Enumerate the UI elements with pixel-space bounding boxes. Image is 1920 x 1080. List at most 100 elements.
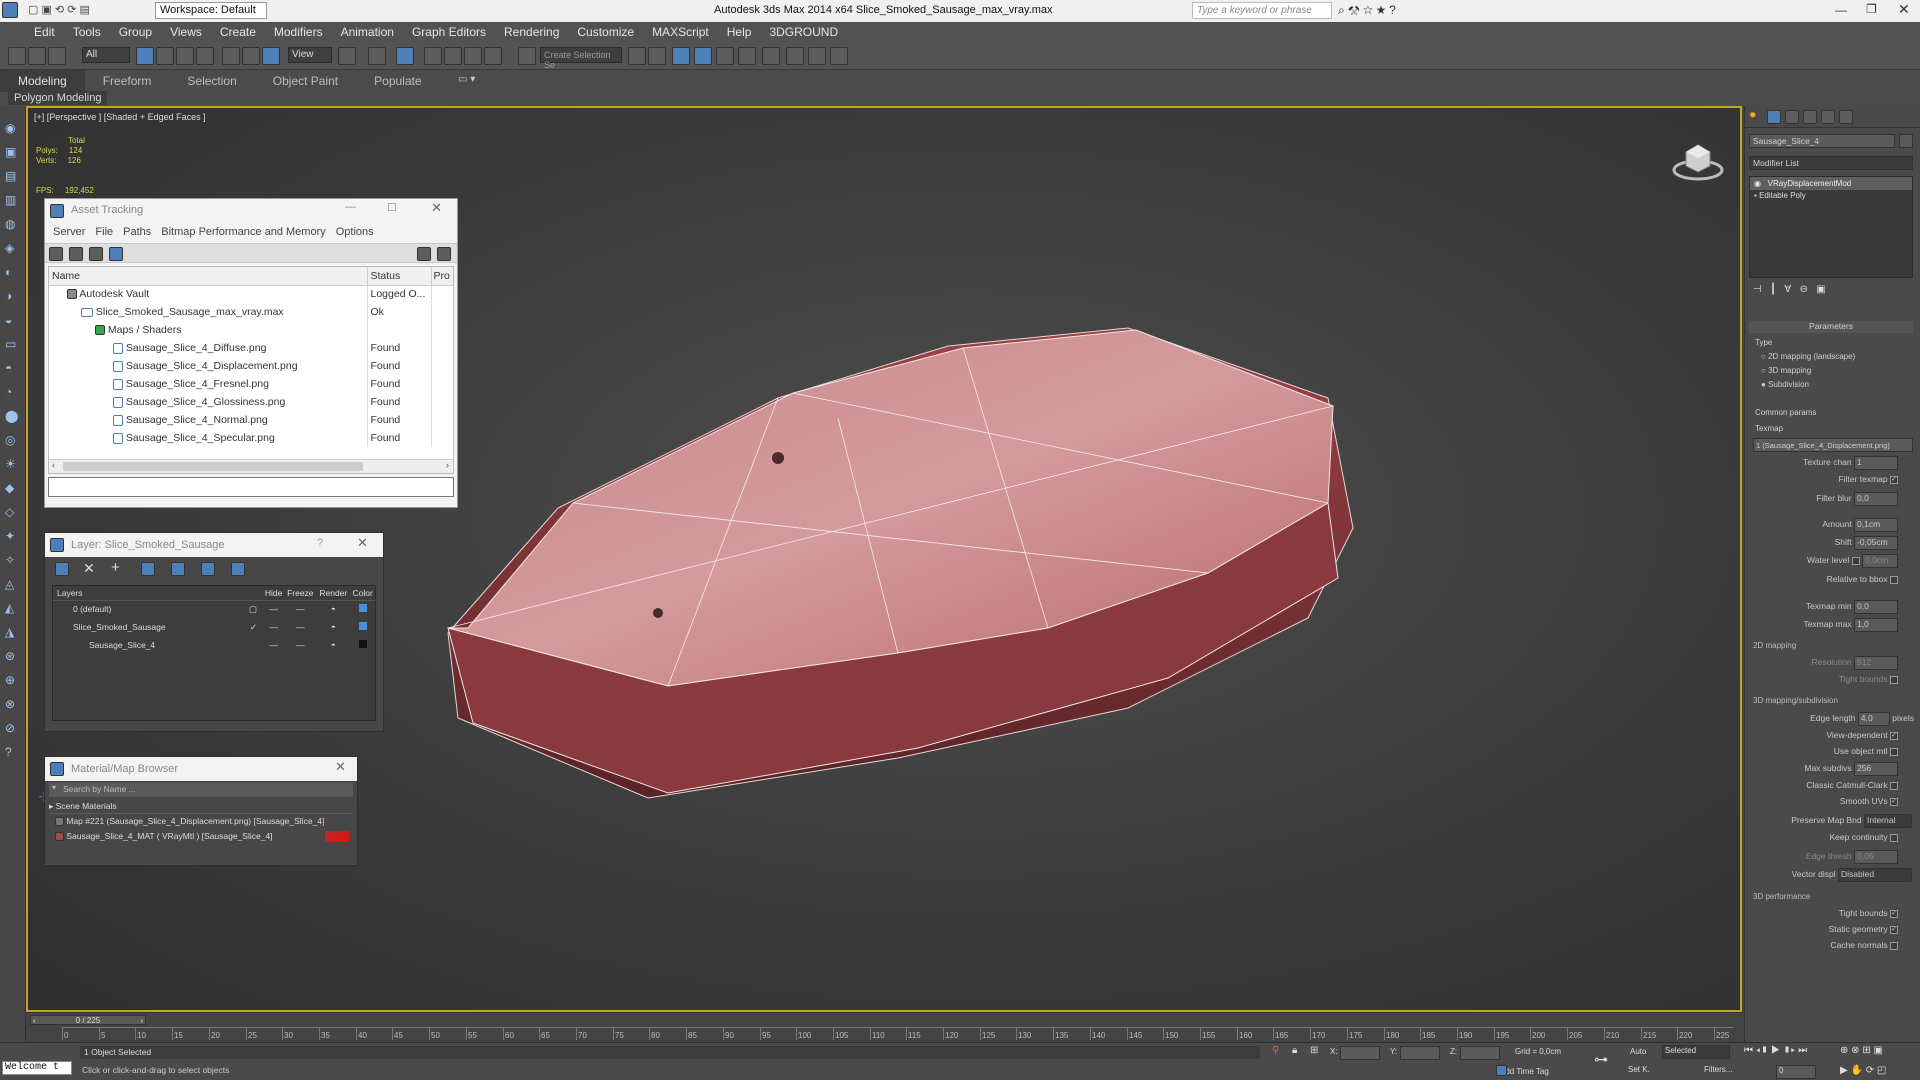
object-color-swatch[interactable] [1899,134,1913,148]
layer-color-swatch[interactable] [358,640,367,648]
settings-icon[interactable] [437,247,451,261]
z-coordinate-field[interactable] [1460,1046,1500,1060]
column-name[interactable]: Name [49,267,368,285]
list-item[interactable]: Sausage_Slice_4_MAT ( VRayMtl ) [Sausage… [49,829,353,844]
select-manipulate-icon[interactable] [368,47,386,65]
set-key-button[interactable]: Set K. [1628,1065,1650,1074]
layer-row[interactable]: 0 (default) ▢ — — ◓ [53,600,375,618]
table-row[interactable]: Sausage_Slice_4_Specular.png Found [49,429,453,447]
hide-toggle[interactable]: — [263,636,284,654]
tight-bounds-2d-checkbox[interactable] [1890,675,1898,684]
column-status[interactable]: Status [367,267,432,285]
menu-create[interactable]: Create [211,22,265,39]
render-toggle-icon[interactable]: ◓ [316,618,350,636]
layer-row[interactable]: Sausage_Slice_4 — — ◓ [53,636,375,654]
radio-3d-mapping[interactable]: ○ 3D mapping [1755,364,1855,378]
layer-row[interactable]: Slice_Smoked_Sausage ✓ — — ◓ [53,618,375,636]
hide-toggle[interactable]: — [263,600,284,618]
viewport-nav-icons[interactable]: ⊕ ⊗ ⊞ ▣ [1840,1045,1883,1056]
ribbon-options-icon[interactable]: ▭ ▾ [458,74,475,85]
time-slider[interactable]: ‹ 0 / 225 › [30,1015,146,1025]
modify-tab-icon[interactable] [1767,110,1781,124]
use-object-mtl-checkbox[interactable] [1890,747,1898,756]
tab-freeform[interactable]: Freeform [85,70,170,92]
column-render[interactable]: Render [316,586,350,600]
radio-2d-mapping[interactable]: ○ 2D mapping (landscape) [1755,350,1855,364]
catmull-clark-checkbox[interactable] [1890,781,1898,790]
table-row[interactable]: Sausage_Slice_4_Displacement.png Found [49,357,453,375]
rendered-frame-icon[interactable] [808,47,826,65]
freeze-all-icon[interactable] [231,562,245,576]
left-tool-icons[interactable]: ◉ ▣ ▤ ▥ ◍ ◈ ◐ ◑ ◒ ▭ ◓ ◔ ⬤ ◎ ☀ ◆ ◇ ✦ ✧ ◬ ◭ ◮ ⊛ ⊕ ⊗ ⊘? [0,106,25,764]
workspace-dropdown[interactable]: Workspace: Default [155,2,267,19]
max-subdivs-spinner[interactable]: 256 [1854,762,1898,776]
keyboard-shortcut-icon[interactable] [396,47,414,65]
radio-subdivision[interactable]: ● Subdivision [1755,378,1855,392]
table-row[interactable]: Slice_Smoked_Sausage_max_vray.max Ok [49,303,453,321]
table-row[interactable]: Autodesk Vault Logged O... [49,285,453,303]
resolution-spinner[interactable]: 512 [1854,656,1898,670]
delete-layer-icon[interactable]: ✕ [83,560,95,577]
lock-selection-icon[interactable]: 🔒︎ [1292,1045,1297,1056]
material-browser-titlebar[interactable]: Material/Map Browser ✕ [45,757,357,781]
scroll-right-icon[interactable]: › [446,460,449,470]
vector-displ-dropdown[interactable]: Disabled [1838,868,1912,882]
scale-icon[interactable] [262,47,280,65]
refresh-icon[interactable] [49,247,63,261]
layer-manager-icon[interactable] [672,47,690,65]
column-layers[interactable]: Layers [53,586,263,600]
horizontal-scrollbar[interactable]: ‹ › [49,459,453,473]
table-row[interactable]: Sausage_Slice_4_Fresnel.png Found [49,375,453,393]
maximize-icon[interactable]: ☐ [387,201,397,214]
hide-toggle[interactable]: — [263,618,284,636]
time-tag-icon[interactable] [1496,1065,1507,1076]
add-to-layer-icon[interactable]: + [111,559,120,576]
column-hide[interactable]: Hide [263,586,284,600]
help-icon[interactable] [417,247,431,261]
tab-modeling[interactable]: Modeling [0,70,85,92]
menu-bitmap-performance[interactable]: Bitmap Performance and Memory [156,226,330,238]
select-object-icon[interactable] [136,47,154,65]
parameters-rollout[interactable]: Parameters [1749,321,1913,333]
render-toggle-icon[interactable]: ◓ [316,636,350,654]
filter-blur-spinner[interactable]: 0,0 [1854,492,1898,506]
display-tab-icon[interactable] [1821,110,1835,124]
menu-help[interactable]: Help [718,22,761,39]
list-view-icon[interactable] [69,247,83,261]
infocenter-icons[interactable]: ⌕ ⚒ ☆ ★ ? [1338,3,1396,18]
menu-maxscript[interactable]: MAXScript [643,22,718,39]
tab-selection[interactable]: Selection [169,70,254,92]
column-color[interactable]: Color [350,586,375,600]
align-icon[interactable] [648,47,666,65]
view-dependent-checkbox[interactable]: ✓ [1890,731,1898,740]
scene-materials-header[interactable]: ▸ Scene Materials [49,801,353,814]
modifier-stack-item[interactable]: ◉ VRayDisplacementMod [1750,177,1912,190]
smooth-uvs-checkbox[interactable]: ✓ [1890,797,1898,806]
time-slider-trackbar[interactable]: ‹ 0 / 225 › 0 5 10 15 20 25 30 35 40 45 50 55 60 65 70… [26,1012,1742,1042]
menu-options[interactable]: Options [331,226,379,238]
material-search-input[interactable]: ▾ Search by Name ... [49,783,353,797]
cache-normals-checkbox[interactable] [1890,941,1898,950]
create-tab-icon[interactable]: ✹ [1749,110,1757,121]
set-key-icon[interactable]: ⊶ [1594,1051,1608,1068]
window-crossing-icon[interactable] [196,47,214,65]
static-geometry-checkbox[interactable]: ✓ [1890,925,1898,934]
close-icon[interactable]: ✕ [357,535,368,551]
selection-filter-dropdown[interactable]: All [82,47,130,63]
menu-views[interactable]: Views [161,22,211,39]
amount-spinner[interactable]: 0,1cm [1854,518,1898,532]
link-icon[interactable] [8,47,26,65]
minimize-icon[interactable]: — [345,201,356,213]
tight-bounds-checkbox[interactable]: ✓ [1890,909,1898,918]
playback-controls[interactable]: ⏮ ◂▮ ▶ ▮▸ ⏭ [1744,1045,1807,1056]
browser-options-icon[interactable]: ▾ [52,783,56,792]
filter-texmap-checkbox[interactable]: ✓ [1890,475,1898,484]
move-icon[interactable] [222,47,240,65]
edge-thresh-spinner[interactable]: 0,05 [1854,850,1898,864]
scroll-left-icon[interactable]: ‹ [52,460,55,470]
maxscript-listener[interactable]: Welcome t [2,1061,72,1075]
table-row[interactable]: Maps / Shaders [49,321,453,339]
hierarchy-tab-icon[interactable] [1785,110,1799,124]
absolute-mode-icon[interactable]: ⊞ [1310,1045,1318,1056]
isolate-icon[interactable]: ⚲ [1272,1045,1279,1056]
